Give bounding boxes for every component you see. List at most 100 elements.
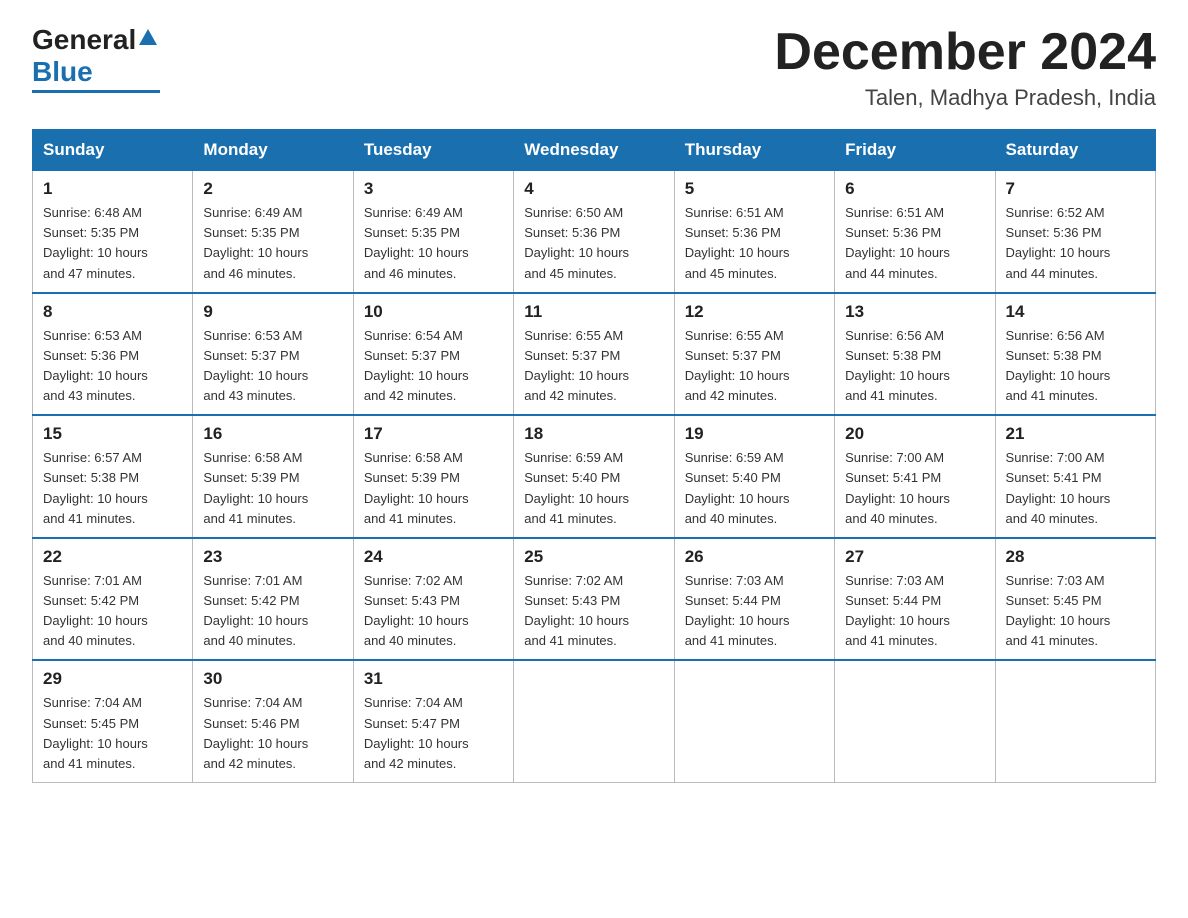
- calendar-week-row: 15 Sunrise: 6:57 AMSunset: 5:38 PMDaylig…: [33, 415, 1156, 538]
- logo-blue-text: Blue: [32, 56, 93, 88]
- calendar-cell: 12 Sunrise: 6:55 AMSunset: 5:37 PMDaylig…: [674, 293, 834, 416]
- calendar-cell: 27 Sunrise: 7:03 AMSunset: 5:44 PMDaylig…: [835, 538, 995, 661]
- calendar-week-row: 29 Sunrise: 7:04 AMSunset: 5:45 PMDaylig…: [33, 660, 1156, 782]
- logo-general: General: [32, 24, 136, 56]
- day-info: Sunrise: 6:53 AMSunset: 5:37 PMDaylight:…: [203, 328, 308, 403]
- day-number: 22: [43, 547, 182, 567]
- day-number: 23: [203, 547, 342, 567]
- calendar-cell: 21 Sunrise: 7:00 AMSunset: 5:41 PMDaylig…: [995, 415, 1155, 538]
- calendar-title: December 2024: [774, 24, 1156, 81]
- calendar-subtitle: Talen, Madhya Pradesh, India: [774, 85, 1156, 111]
- day-info: Sunrise: 6:50 AMSunset: 5:36 PMDaylight:…: [524, 205, 629, 280]
- day-number: 28: [1006, 547, 1145, 567]
- day-info: Sunrise: 7:03 AMSunset: 5:44 PMDaylight:…: [685, 573, 790, 648]
- day-info: Sunrise: 7:03 AMSunset: 5:45 PMDaylight:…: [1006, 573, 1111, 648]
- day-info: Sunrise: 6:56 AMSunset: 5:38 PMDaylight:…: [1006, 328, 1111, 403]
- day-info: Sunrise: 6:53 AMSunset: 5:36 PMDaylight:…: [43, 328, 148, 403]
- day-number: 4: [524, 179, 663, 199]
- day-info: Sunrise: 7:03 AMSunset: 5:44 PMDaylight:…: [845, 573, 950, 648]
- calendar-cell: 10 Sunrise: 6:54 AMSunset: 5:37 PMDaylig…: [353, 293, 513, 416]
- day-info: Sunrise: 7:00 AMSunset: 5:41 PMDaylight:…: [1006, 450, 1111, 525]
- day-info: Sunrise: 6:58 AMSunset: 5:39 PMDaylight:…: [203, 450, 308, 525]
- day-number: 5: [685, 179, 824, 199]
- title-area: December 2024 Talen, Madhya Pradesh, Ind…: [774, 24, 1156, 111]
- day-info: Sunrise: 6:59 AMSunset: 5:40 PMDaylight:…: [524, 450, 629, 525]
- calendar-cell: 7 Sunrise: 6:52 AMSunset: 5:36 PMDayligh…: [995, 171, 1155, 293]
- day-info: Sunrise: 7:01 AMSunset: 5:42 PMDaylight:…: [203, 573, 308, 648]
- day-info: Sunrise: 6:57 AMSunset: 5:38 PMDaylight:…: [43, 450, 148, 525]
- weekday-header-tuesday: Tuesday: [353, 130, 513, 171]
- calendar-week-row: 1 Sunrise: 6:48 AMSunset: 5:35 PMDayligh…: [33, 171, 1156, 293]
- day-number: 12: [685, 302, 824, 322]
- calendar-header-row: SundayMondayTuesdayWednesdayThursdayFrid…: [33, 130, 1156, 171]
- day-info: Sunrise: 6:55 AMSunset: 5:37 PMDaylight:…: [524, 328, 629, 403]
- calendar-cell: 22 Sunrise: 7:01 AMSunset: 5:42 PMDaylig…: [33, 538, 193, 661]
- logo: General Blue: [32, 24, 160, 93]
- logo-triangle-icon: [137, 27, 159, 49]
- weekday-header-saturday: Saturday: [995, 130, 1155, 171]
- calendar-cell: 20 Sunrise: 7:00 AMSunset: 5:41 PMDaylig…: [835, 415, 995, 538]
- calendar-cell: 2 Sunrise: 6:49 AMSunset: 5:35 PMDayligh…: [193, 171, 353, 293]
- day-number: 24: [364, 547, 503, 567]
- day-number: 21: [1006, 424, 1145, 444]
- calendar-cell: 5 Sunrise: 6:51 AMSunset: 5:36 PMDayligh…: [674, 171, 834, 293]
- calendar-cell: 1 Sunrise: 6:48 AMSunset: 5:35 PMDayligh…: [33, 171, 193, 293]
- calendar-cell: 31 Sunrise: 7:04 AMSunset: 5:47 PMDaylig…: [353, 660, 513, 782]
- day-number: 14: [1006, 302, 1145, 322]
- day-info: Sunrise: 6:52 AMSunset: 5:36 PMDaylight:…: [1006, 205, 1111, 280]
- calendar-cell: 4 Sunrise: 6:50 AMSunset: 5:36 PMDayligh…: [514, 171, 674, 293]
- day-number: 10: [364, 302, 503, 322]
- day-info: Sunrise: 7:02 AMSunset: 5:43 PMDaylight:…: [524, 573, 629, 648]
- day-number: 16: [203, 424, 342, 444]
- weekday-header-wednesday: Wednesday: [514, 130, 674, 171]
- day-number: 15: [43, 424, 182, 444]
- day-info: Sunrise: 6:51 AMSunset: 5:36 PMDaylight:…: [845, 205, 950, 280]
- day-number: 30: [203, 669, 342, 689]
- logo-underline: [32, 90, 160, 93]
- day-info: Sunrise: 7:04 AMSunset: 5:47 PMDaylight:…: [364, 695, 469, 770]
- day-info: Sunrise: 6:49 AMSunset: 5:35 PMDaylight:…: [364, 205, 469, 280]
- calendar-cell: 3 Sunrise: 6:49 AMSunset: 5:35 PMDayligh…: [353, 171, 513, 293]
- calendar-cell: 8 Sunrise: 6:53 AMSunset: 5:36 PMDayligh…: [33, 293, 193, 416]
- day-number: 11: [524, 302, 663, 322]
- calendar-cell: 6 Sunrise: 6:51 AMSunset: 5:36 PMDayligh…: [835, 171, 995, 293]
- day-number: 13: [845, 302, 984, 322]
- day-info: Sunrise: 7:00 AMSunset: 5:41 PMDaylight:…: [845, 450, 950, 525]
- day-info: Sunrise: 6:55 AMSunset: 5:37 PMDaylight:…: [685, 328, 790, 403]
- day-number: 20: [845, 424, 984, 444]
- day-number: 3: [364, 179, 503, 199]
- page-header: General Blue December 2024 Talen, Madhya…: [32, 24, 1156, 111]
- calendar-cell: 25 Sunrise: 7:02 AMSunset: 5:43 PMDaylig…: [514, 538, 674, 661]
- calendar-cell: 14 Sunrise: 6:56 AMSunset: 5:38 PMDaylig…: [995, 293, 1155, 416]
- day-info: Sunrise: 6:48 AMSunset: 5:35 PMDaylight:…: [43, 205, 148, 280]
- day-info: Sunrise: 6:51 AMSunset: 5:36 PMDaylight:…: [685, 205, 790, 280]
- calendar-cell: 19 Sunrise: 6:59 AMSunset: 5:40 PMDaylig…: [674, 415, 834, 538]
- day-number: 31: [364, 669, 503, 689]
- day-info: Sunrise: 6:49 AMSunset: 5:35 PMDaylight:…: [203, 205, 308, 280]
- calendar-cell: 13 Sunrise: 6:56 AMSunset: 5:38 PMDaylig…: [835, 293, 995, 416]
- calendar-cell: 11 Sunrise: 6:55 AMSunset: 5:37 PMDaylig…: [514, 293, 674, 416]
- calendar-week-row: 22 Sunrise: 7:01 AMSunset: 5:42 PMDaylig…: [33, 538, 1156, 661]
- calendar-cell: [674, 660, 834, 782]
- day-number: 1: [43, 179, 182, 199]
- weekday-header-friday: Friday: [835, 130, 995, 171]
- calendar-table: SundayMondayTuesdayWednesdayThursdayFrid…: [32, 129, 1156, 783]
- day-info: Sunrise: 7:04 AMSunset: 5:45 PMDaylight:…: [43, 695, 148, 770]
- calendar-cell: 24 Sunrise: 7:02 AMSunset: 5:43 PMDaylig…: [353, 538, 513, 661]
- weekday-header-thursday: Thursday: [674, 130, 834, 171]
- day-info: Sunrise: 6:59 AMSunset: 5:40 PMDaylight:…: [685, 450, 790, 525]
- day-info: Sunrise: 7:02 AMSunset: 5:43 PMDaylight:…: [364, 573, 469, 648]
- calendar-cell: 9 Sunrise: 6:53 AMSunset: 5:37 PMDayligh…: [193, 293, 353, 416]
- day-info: Sunrise: 6:58 AMSunset: 5:39 PMDaylight:…: [364, 450, 469, 525]
- logo-text: General: [32, 24, 160, 56]
- calendar-cell: 23 Sunrise: 7:01 AMSunset: 5:42 PMDaylig…: [193, 538, 353, 661]
- day-number: 2: [203, 179, 342, 199]
- day-number: 7: [1006, 179, 1145, 199]
- calendar-cell: 17 Sunrise: 6:58 AMSunset: 5:39 PMDaylig…: [353, 415, 513, 538]
- day-number: 19: [685, 424, 824, 444]
- day-info: Sunrise: 7:04 AMSunset: 5:46 PMDaylight:…: [203, 695, 308, 770]
- calendar-cell: 16 Sunrise: 6:58 AMSunset: 5:39 PMDaylig…: [193, 415, 353, 538]
- day-number: 29: [43, 669, 182, 689]
- day-number: 27: [845, 547, 984, 567]
- day-info: Sunrise: 7:01 AMSunset: 5:42 PMDaylight:…: [43, 573, 148, 648]
